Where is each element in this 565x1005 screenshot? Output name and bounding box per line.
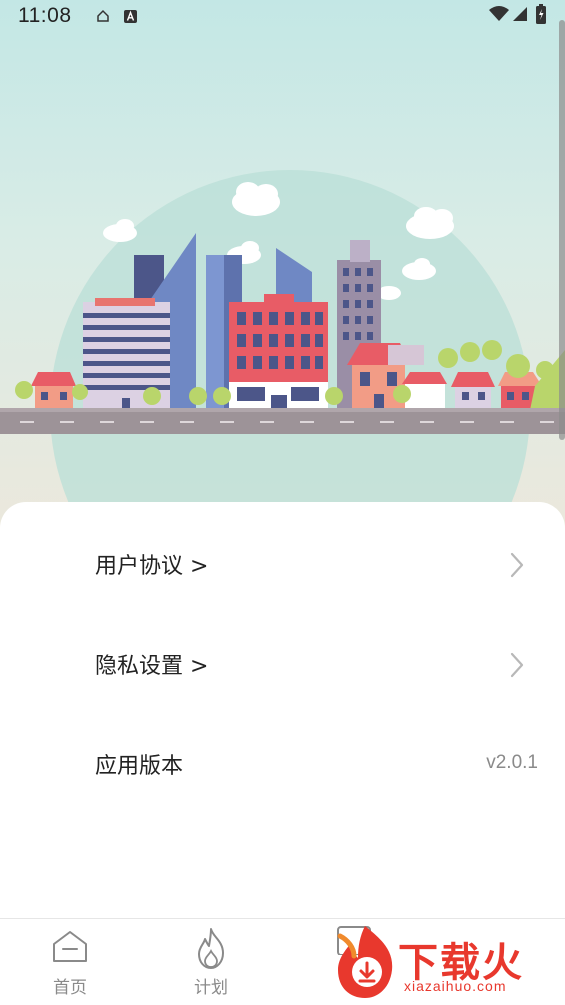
watermark-subtext: xiazaihuo.com xyxy=(404,978,507,994)
notification-icon xyxy=(96,8,110,27)
tab-home-label: 首页 xyxy=(53,978,87,998)
tab-home[interactable]: 首页 xyxy=(25,919,115,1005)
signal-icon xyxy=(512,6,528,26)
app-version-label: 应用版本 xyxy=(95,754,184,779)
status-bar: 11:08 xyxy=(0,0,565,34)
privacy-settings-row[interactable]: 隐私设置 > xyxy=(0,634,565,694)
flame-icon xyxy=(191,927,231,975)
app-version-value: v2.0.1 xyxy=(486,752,538,773)
scrollbar[interactable] xyxy=(559,20,565,440)
app-version-row: 应用版本 v2.0.1 xyxy=(0,734,565,794)
tab-plan[interactable]: 计划 xyxy=(166,919,256,1005)
watermark-logo: 下载火 xiazaihuo.com xyxy=(330,918,565,1004)
city-illustration xyxy=(0,170,565,540)
privacy-settings-label: 隐私设置 > xyxy=(95,654,209,679)
tab-plan-label: 计划 xyxy=(194,978,228,998)
chevron-right-icon xyxy=(510,652,524,682)
battery-icon xyxy=(536,4,546,28)
watermark-flame-icon xyxy=(337,926,393,998)
user-agreement-row[interactable]: 用户协议 > xyxy=(0,534,565,594)
app-a-icon xyxy=(124,8,137,27)
header-illustration: 11:08 xyxy=(0,0,565,540)
settings-card: 用户协议 > 隐私设置 > 应用版本 v2.0.1 xyxy=(0,502,565,922)
home-icon xyxy=(50,927,90,971)
wifi-icon xyxy=(489,6,509,26)
user-agreement-label: 用户协议 > xyxy=(95,554,209,579)
status-time: 11:08 xyxy=(18,4,72,27)
chevron-right-icon xyxy=(510,552,524,582)
